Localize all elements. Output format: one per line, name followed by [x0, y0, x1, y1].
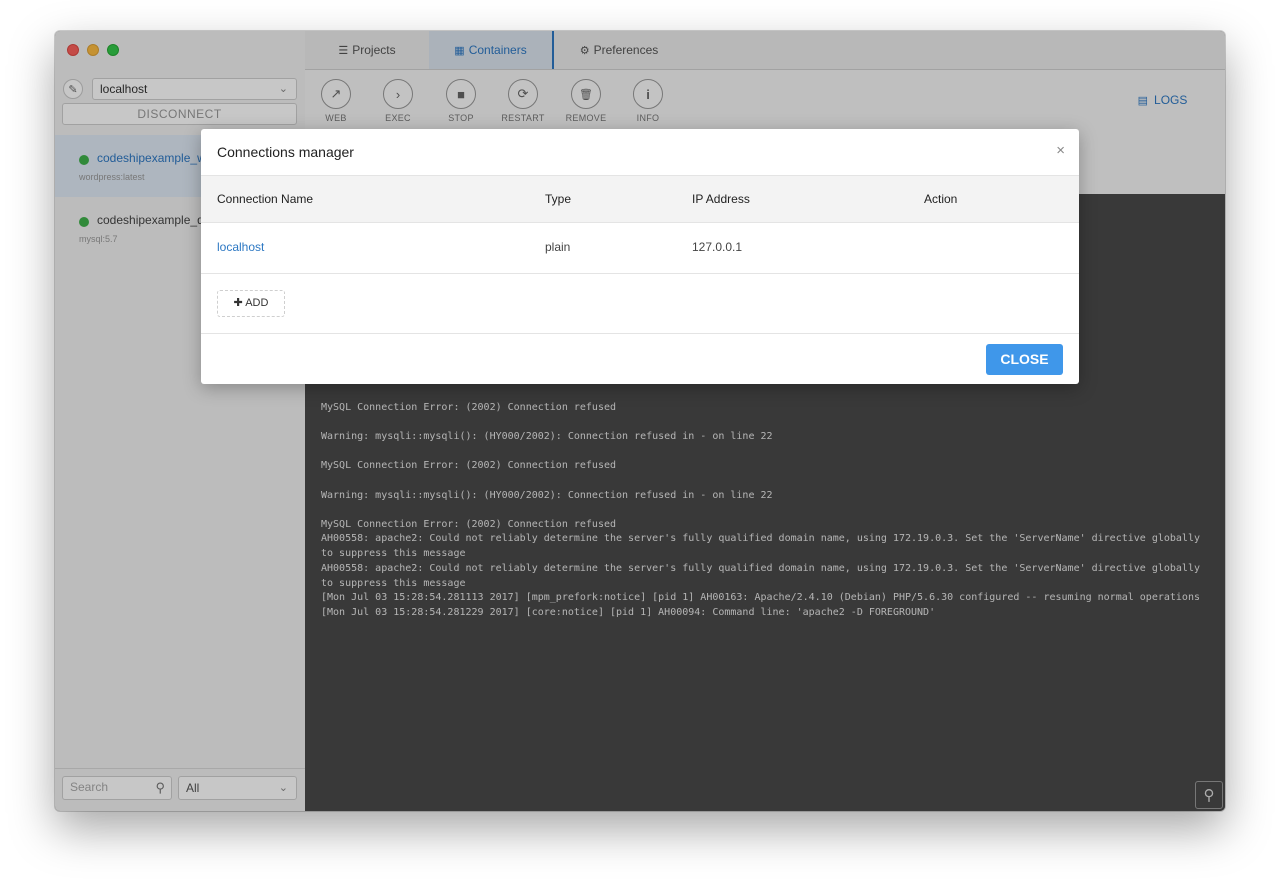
app-window: ✎ localhost ⌄ DISCONNECT codeshipexample… [55, 31, 1225, 811]
close-button[interactable]: CLOSE [986, 344, 1063, 375]
connections-table-header: Connection Name Type IP Address Action [201, 175, 1079, 223]
plus-icon: ✚ [233, 297, 246, 309]
close-icon[interactable]: × [1056, 142, 1065, 159]
dialog-title: Connections manager [217, 144, 354, 160]
dialog-footer: CLOSE [201, 333, 1079, 384]
connection-ip: 127.0.0.1 [692, 240, 743, 254]
connections-manager-dialog: Connections manager × Connection Name Ty… [201, 129, 1079, 384]
connection-name-link[interactable]: localhost [217, 240, 264, 254]
table-row: localhost plain 127.0.0.1 [201, 223, 1079, 274]
connection-type: plain [545, 240, 571, 254]
add-button-label: ADD [245, 297, 269, 309]
add-connection-button[interactable]: ✚ ADD [217, 290, 285, 317]
column-type: Type [545, 192, 572, 206]
column-connection-name: Connection Name [217, 192, 314, 206]
column-action: Action [924, 192, 958, 206]
column-ip-address: IP Address [692, 192, 750, 206]
